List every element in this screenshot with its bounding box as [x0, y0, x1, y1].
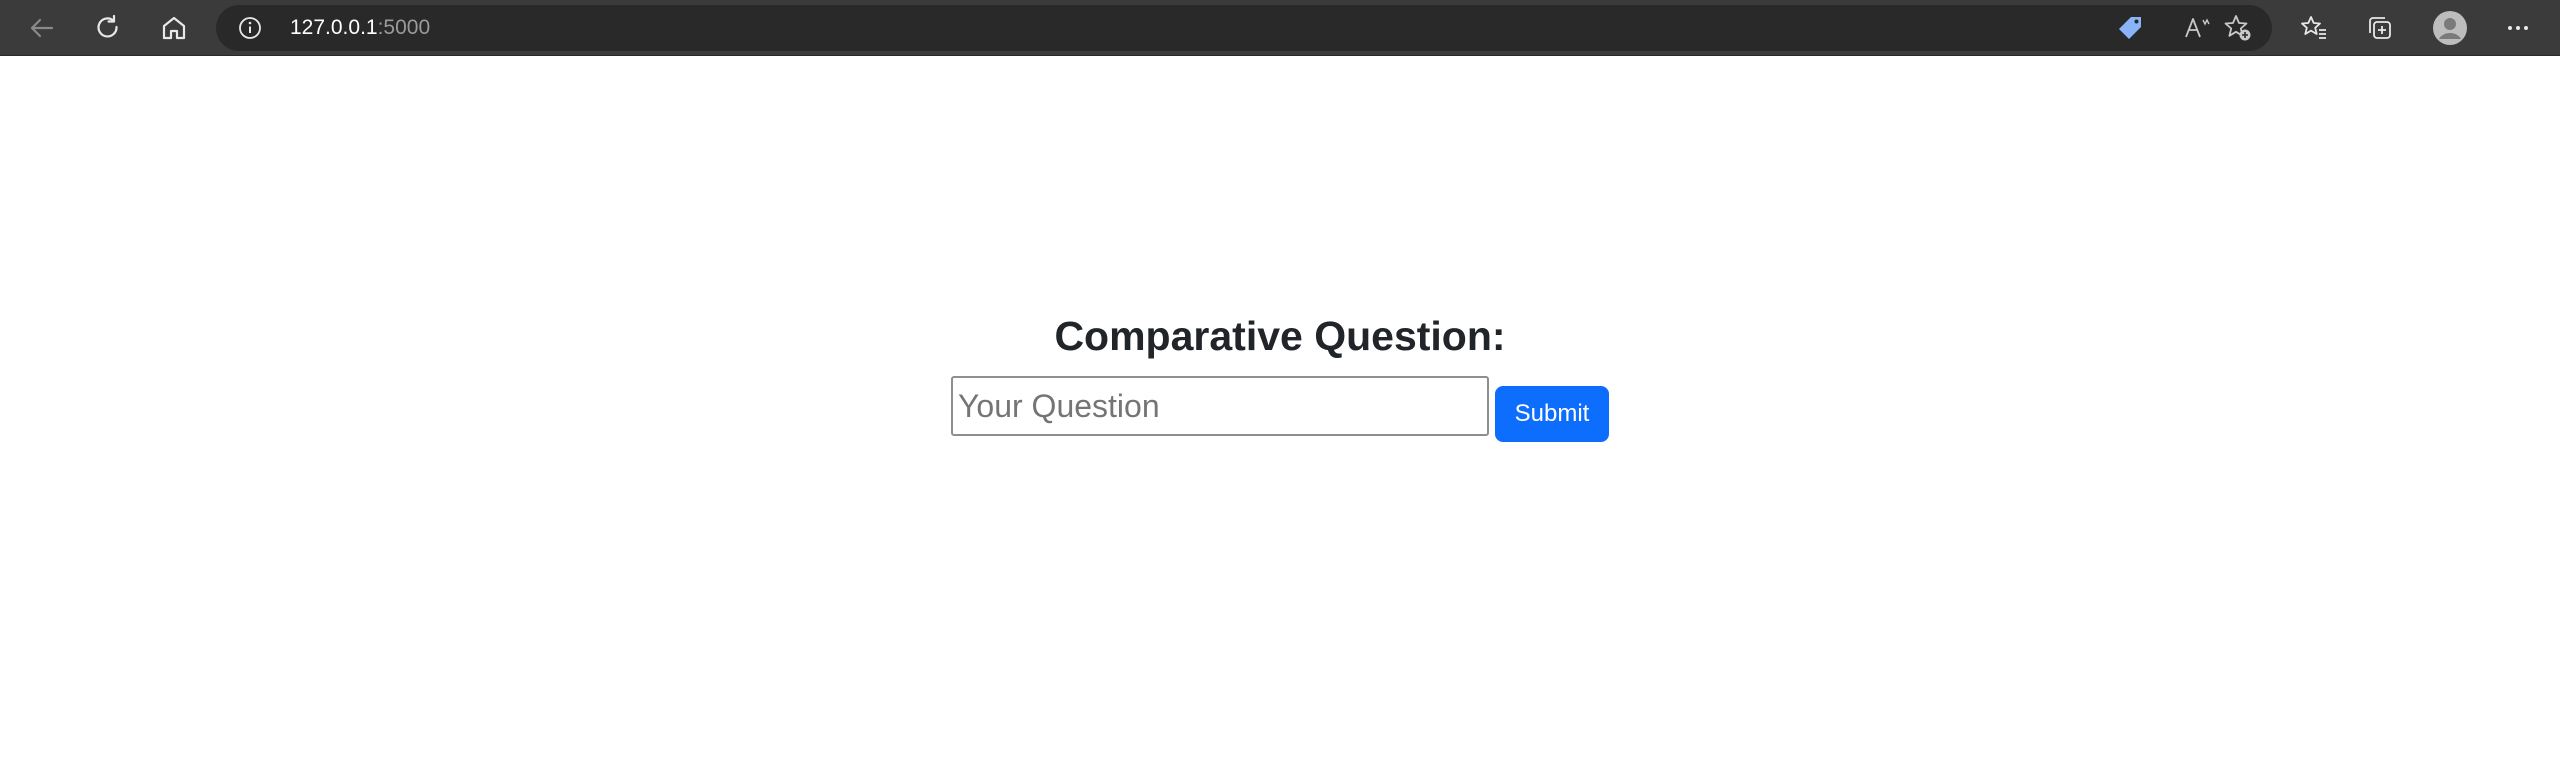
- info-icon[interactable]: [238, 16, 262, 40]
- address-host: 127.0.0.1: [290, 16, 378, 39]
- page-content: Comparative Question: Submit: [0, 56, 2560, 771]
- address-port: :5000: [377, 16, 431, 39]
- favorites-icon[interactable]: [2288, 2, 2340, 54]
- read-aloud-icon[interactable]: [2182, 12, 2214, 44]
- address-url[interactable]: 127.0.0.1:5000: [290, 5, 430, 51]
- submit-button[interactable]: Submit: [1495, 386, 1609, 442]
- refresh-icon[interactable]: [82, 2, 134, 54]
- question-input[interactable]: [951, 376, 1489, 436]
- profile-avatar-icon[interactable]: [2424, 2, 2476, 54]
- home-icon[interactable]: [148, 2, 200, 54]
- address-bar[interactable]: 127.0.0.1:5000: [216, 5, 2272, 51]
- price-tag-icon[interactable]: [2114, 12, 2146, 44]
- add-favorite-icon[interactable]: [2222, 12, 2254, 44]
- collections-icon[interactable]: [2354, 2, 2406, 54]
- browser-toolbar: 127.0.0.1:5000: [0, 0, 2560, 56]
- question-form: Submit: [951, 376, 1611, 442]
- more-options-icon[interactable]: [2492, 2, 2544, 54]
- back-arrow-icon[interactable]: [16, 2, 68, 54]
- page-title: Comparative Question:: [1054, 313, 1506, 359]
